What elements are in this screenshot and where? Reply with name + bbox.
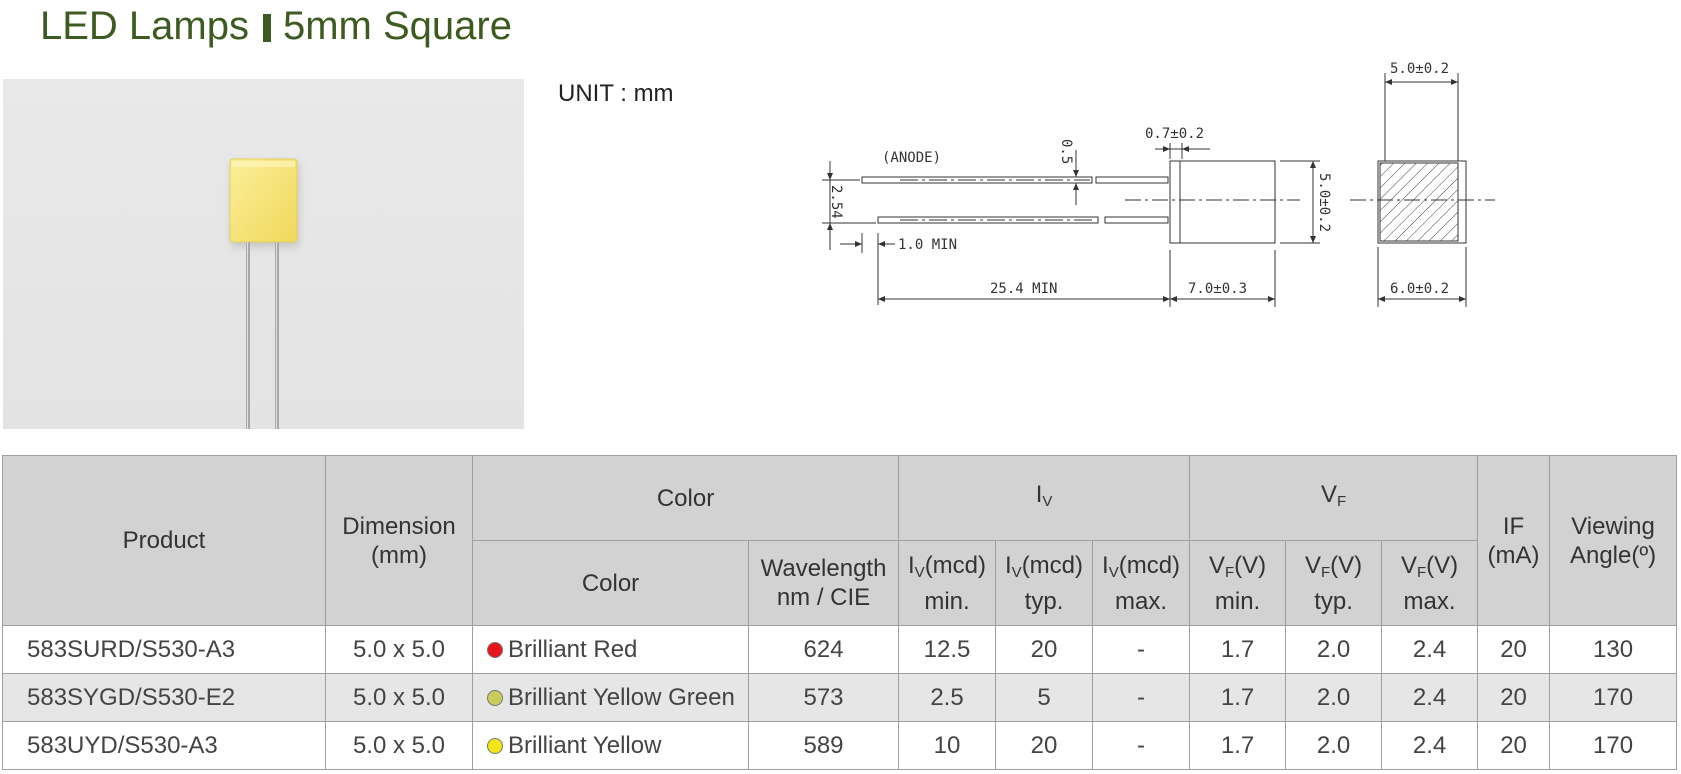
cell-viewing-angle: 130 xyxy=(1549,625,1678,674)
header-wavelength: Wavelength nm / CIE xyxy=(747,540,900,626)
header-product: Product xyxy=(2,455,326,626)
title-separator xyxy=(262,14,271,42)
table-row: 583SYGD/S530-E2 5.0 x 5.0 Brilliant Yell… xyxy=(2,673,1678,722)
cell-dimension: 5.0 x 5.0 xyxy=(325,625,473,674)
dim-top-width: 5.0±0.2 xyxy=(1390,61,1449,77)
cell-vf-min: 1.7 xyxy=(1189,625,1287,674)
cell-dimension: 5.0 x 5.0 xyxy=(325,721,473,770)
dimension-drawing: (ANODE) 0.5 0.7±0.2 2.54 1.0 MIN 25.4 MI… xyxy=(822,61,1495,307)
cell-vf-max: 2.4 xyxy=(1381,625,1479,674)
spec-table: Product Dimension (mm) Color IV VF IF (mA)… xyxy=(2,455,1678,770)
cell-dimension: 5.0 x 5.0 xyxy=(325,673,473,722)
cell-vf-typ: 2.0 xyxy=(1285,673,1383,722)
dim-pitch: 2.54 xyxy=(828,185,844,219)
cell-viewing-angle: 170 xyxy=(1549,673,1678,722)
title-package: 5mm Square xyxy=(282,4,512,48)
cell-vf-min: 1.7 xyxy=(1189,721,1287,770)
header-iv-group: IV xyxy=(898,455,1191,541)
color-dot-icon xyxy=(487,641,503,658)
cell-iv-max: - xyxy=(1092,673,1191,722)
dim-body-length: 7.0±0.3 xyxy=(1188,281,1247,297)
header-vf-max: VF(V) max. xyxy=(1381,540,1479,626)
cell-iv-typ: 5 xyxy=(995,673,1094,722)
cell-vf-min: 1.7 xyxy=(1189,673,1287,722)
cell-if: 20 xyxy=(1477,721,1551,770)
cell-color: Brilliant Yellow xyxy=(472,721,749,770)
table-row: 583UYD/S530-A3 5.0 x 5.0 Brilliant Yello… xyxy=(2,721,1678,770)
cell-color: Brilliant Yellow Green xyxy=(472,673,749,722)
dim-lead-thickness: 0.5 xyxy=(1058,139,1074,164)
dim-body-height: 5.0±0.2 xyxy=(1316,173,1332,232)
header-vf-typ: VF(V) typ. xyxy=(1285,540,1383,626)
cell-vf-max: 2.4 xyxy=(1381,673,1479,722)
header-vf-group: VF xyxy=(1189,455,1479,541)
header-dimension: Dimension (mm) xyxy=(325,455,473,626)
anode-label: (ANODE) xyxy=(882,150,941,166)
cell-if: 20 xyxy=(1477,673,1551,722)
cell-iv-min: 10 xyxy=(898,721,997,770)
unit-label: UNIT : mm xyxy=(558,80,674,107)
page-title: LED Lamps 5mm Square xyxy=(40,2,512,50)
header-viewing-angle: Viewing Angle(º) xyxy=(1549,455,1678,626)
cell-if: 20 xyxy=(1477,625,1551,674)
cell-vf-max: 2.4 xyxy=(1381,721,1479,770)
cell-iv-typ: 20 xyxy=(995,625,1094,674)
dim-lead-width: 0.7±0.2 xyxy=(1145,126,1204,142)
dim-lead-length: 25.4 MIN xyxy=(990,281,1057,297)
cell-iv-max: - xyxy=(1092,625,1191,674)
cell-viewing-angle: 170 xyxy=(1549,721,1678,770)
header-iv-max: IV(mcd) max. xyxy=(1092,540,1191,626)
product-photo xyxy=(3,79,524,429)
cell-wavelength: 624 xyxy=(747,625,900,674)
header-iv-typ: IV(mcd) typ. xyxy=(995,540,1094,626)
cell-wavelength: 573 xyxy=(747,673,900,722)
color-dot-icon xyxy=(487,737,503,754)
cell-iv-min: 12.5 xyxy=(898,625,997,674)
header-iv-min: IV(mcd) min. xyxy=(898,540,997,626)
cell-product: 583UYD/S530-A3 xyxy=(2,721,326,770)
cell-iv-min: 2.5 xyxy=(898,673,997,722)
table-row: 583SURD/S530-A3 5.0 x 5.0 Brilliant Red … xyxy=(2,625,1678,674)
header-vf-min: VF(V) min. xyxy=(1189,540,1287,626)
cell-vf-typ: 2.0 xyxy=(1285,721,1383,770)
cell-product: 583SYGD/S530-E2 xyxy=(2,673,326,722)
cell-wavelength: 589 xyxy=(747,721,900,770)
cell-color: Brilliant Red xyxy=(472,625,749,674)
cell-product: 583SURD/S530-A3 xyxy=(2,625,326,674)
header-color: Color xyxy=(472,540,749,626)
led-lamp-image xyxy=(229,158,299,429)
header-color-group: Color xyxy=(471,455,900,541)
cell-vf-typ: 2.0 xyxy=(1285,625,1383,674)
color-dot-icon xyxy=(487,689,503,706)
title-product: LED Lamps xyxy=(40,4,249,48)
cell-iv-max: - xyxy=(1092,721,1191,770)
cell-iv-typ: 20 xyxy=(995,721,1094,770)
dim-base-width: 6.0±0.2 xyxy=(1390,281,1449,297)
dim-min-spacing: 1.0 MIN xyxy=(898,237,957,253)
header-if: IF (mA) xyxy=(1477,455,1551,626)
